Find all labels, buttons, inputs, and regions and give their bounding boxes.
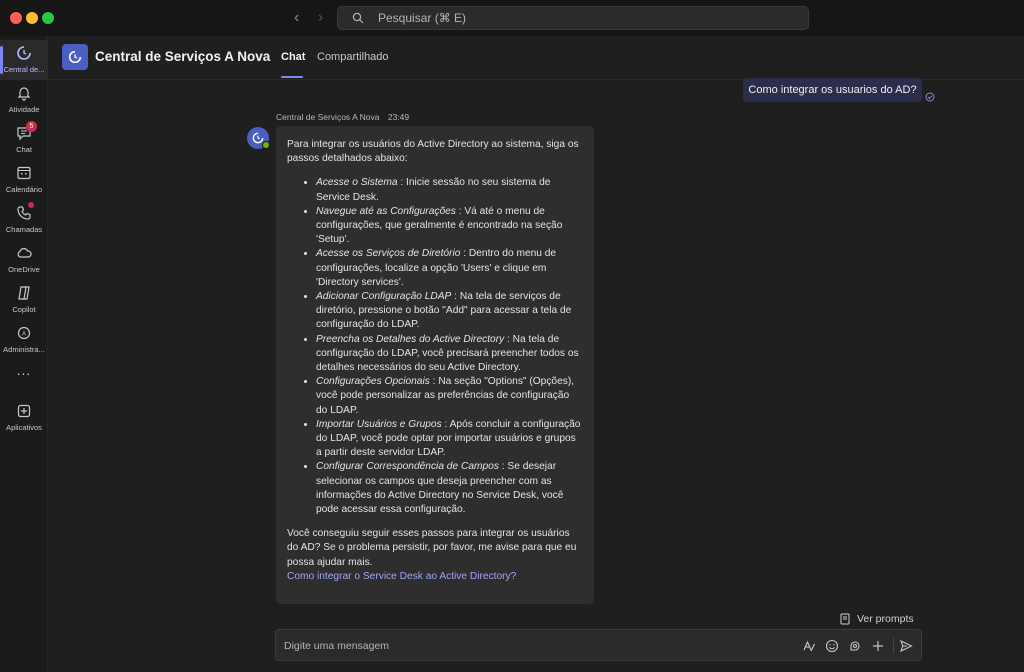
suggested-prompt-link[interactable]: Como integrar o Service Desk ao Active D… — [287, 570, 583, 584]
rail-label: Atividade — [8, 105, 40, 114]
rail-item-aplicativos[interactable]: Aplicativos — [0, 398, 48, 438]
copilot-icon — [18, 286, 30, 300]
steps-list: Acesse o Sistema : Inicie sessão no seu … — [287, 176, 583, 517]
forward-arrow-icon[interactable]: › — [318, 9, 323, 27]
cloud-icon — [17, 248, 32, 258]
chat-header: Central de Serviços A Nova Chat Comparti… — [48, 36, 1024, 80]
bot-intro: Para integrar os usuários do Active Dire… — [287, 139, 579, 165]
message-meta: Central de Serviços A Nova 23:49 — [276, 112, 415, 122]
search-placeholder: Pesquisar (⌘ E) — [378, 11, 467, 25]
back-arrow-icon[interactable]: ‹ — [294, 9, 299, 27]
rail-item-central[interactable]: Central de... — [0, 40, 48, 80]
bot-message-bubble[interactable]: Para integrar os usuários do Active Dire… — [276, 126, 594, 604]
list-item: Acesse os Serviços de Diretório : Dentro… — [316, 247, 583, 290]
rail-label: Central de... — [3, 65, 45, 74]
view-prompts-label: Ver prompts — [857, 613, 914, 625]
add-icon[interactable] — [871, 639, 885, 653]
notification-dot — [28, 202, 34, 208]
svg-text:A: A — [22, 332, 26, 338]
app-rail: Central de... Atividade 5 Chat Calendári… — [0, 36, 48, 672]
page-title: Central de Serviços A Nova — [95, 49, 271, 64]
rail-label: Copilot — [12, 305, 36, 314]
rail-label: OneDrive — [8, 265, 40, 274]
rail-item-onedrive[interactable]: OneDrive — [0, 240, 48, 280]
search-icon — [352, 12, 364, 24]
phone-icon-wrap — [15, 202, 34, 222]
presence-indicator — [262, 141, 270, 149]
rail-item-administracao[interactable]: A Administra... — [0, 320, 48, 360]
add-app-icon — [17, 404, 31, 418]
rail-more-button[interactable]: ... — [0, 358, 48, 382]
search-box[interactable]: Pesquisar (⌘ E) — [337, 6, 809, 30]
sender-name: Central de Serviços A Nova — [276, 112, 380, 122]
message-composer — [275, 629, 922, 661]
bot-logo — [62, 44, 88, 70]
rail-label: Administra... — [3, 345, 45, 354]
bot-icon — [68, 50, 82, 64]
rail-item-calendario[interactable]: Calendário — [0, 160, 48, 200]
bot-outro: Você conseguiu seguir esses passos para … — [287, 528, 577, 568]
list-item: Acesse o Sistema : Inicie sessão no seu … — [316, 176, 583, 204]
bell-icon — [17, 87, 31, 101]
chat-icon-wrap: 5 — [15, 121, 37, 142]
list-item: Preencha os Detalhes do Active Directory… — [316, 333, 583, 376]
active-tab-indicator — [281, 76, 303, 78]
message-input[interactable] — [284, 637, 784, 655]
tab-chat[interactable]: Chat — [281, 51, 305, 63]
rail-label: Calendário — [5, 185, 43, 194]
composer-divider — [893, 638, 894, 654]
rail-item-copilot[interactable]: Copilot — [0, 280, 48, 320]
close-window-button[interactable] — [10, 12, 22, 24]
user-message-bubble[interactable]: Como integrar os usuarios do AD? — [743, 78, 922, 102]
tab-compartilhado[interactable]: Compartilhado — [317, 51, 389, 63]
loop-icon[interactable] — [848, 639, 862, 653]
bot-icon — [17, 46, 31, 60]
unread-badge: 5 — [26, 121, 37, 132]
view-prompts-button[interactable]: Ver prompts — [840, 613, 914, 625]
minimize-window-button[interactable] — [26, 12, 38, 24]
title-bar: ‹ › Pesquisar (⌘ E) — [0, 0, 1024, 36]
emoji-icon[interactable] — [825, 639, 839, 653]
list-item: Importar Usuários e Grupos : Após conclu… — [316, 418, 583, 461]
rail-item-atividade[interactable]: Atividade — [0, 80, 48, 120]
send-icon[interactable] — [899, 639, 913, 653]
read-receipt-icon — [925, 92, 935, 102]
list-item: Configurações Opcionais : Na seção "Opti… — [316, 375, 583, 418]
zoom-window-button[interactable] — [42, 12, 54, 24]
list-item: Configurar Correspondência de Campos : S… — [316, 460, 583, 517]
rail-label: Chat — [16, 145, 32, 154]
rail-label: Aplicativos — [6, 423, 42, 432]
prompts-icon — [840, 613, 850, 625]
calendar-icon — [17, 166, 31, 180]
list-item: Navegue até as Configurações : Vá até o … — [316, 205, 583, 248]
rail-label: Chamadas — [5, 225, 43, 234]
format-icon[interactable] — [802, 639, 816, 653]
rail-item-chat[interactable]: 5 Chat — [0, 120, 48, 160]
message-time: 23:49 — [387, 112, 410, 122]
more-icon: ... — [16, 362, 32, 378]
admin-icon: A — [17, 326, 31, 340]
rail-item-chamadas[interactable]: Chamadas — [0, 200, 48, 240]
list-item: Adicionar Configuração LDAP : Na tela de… — [316, 290, 583, 333]
